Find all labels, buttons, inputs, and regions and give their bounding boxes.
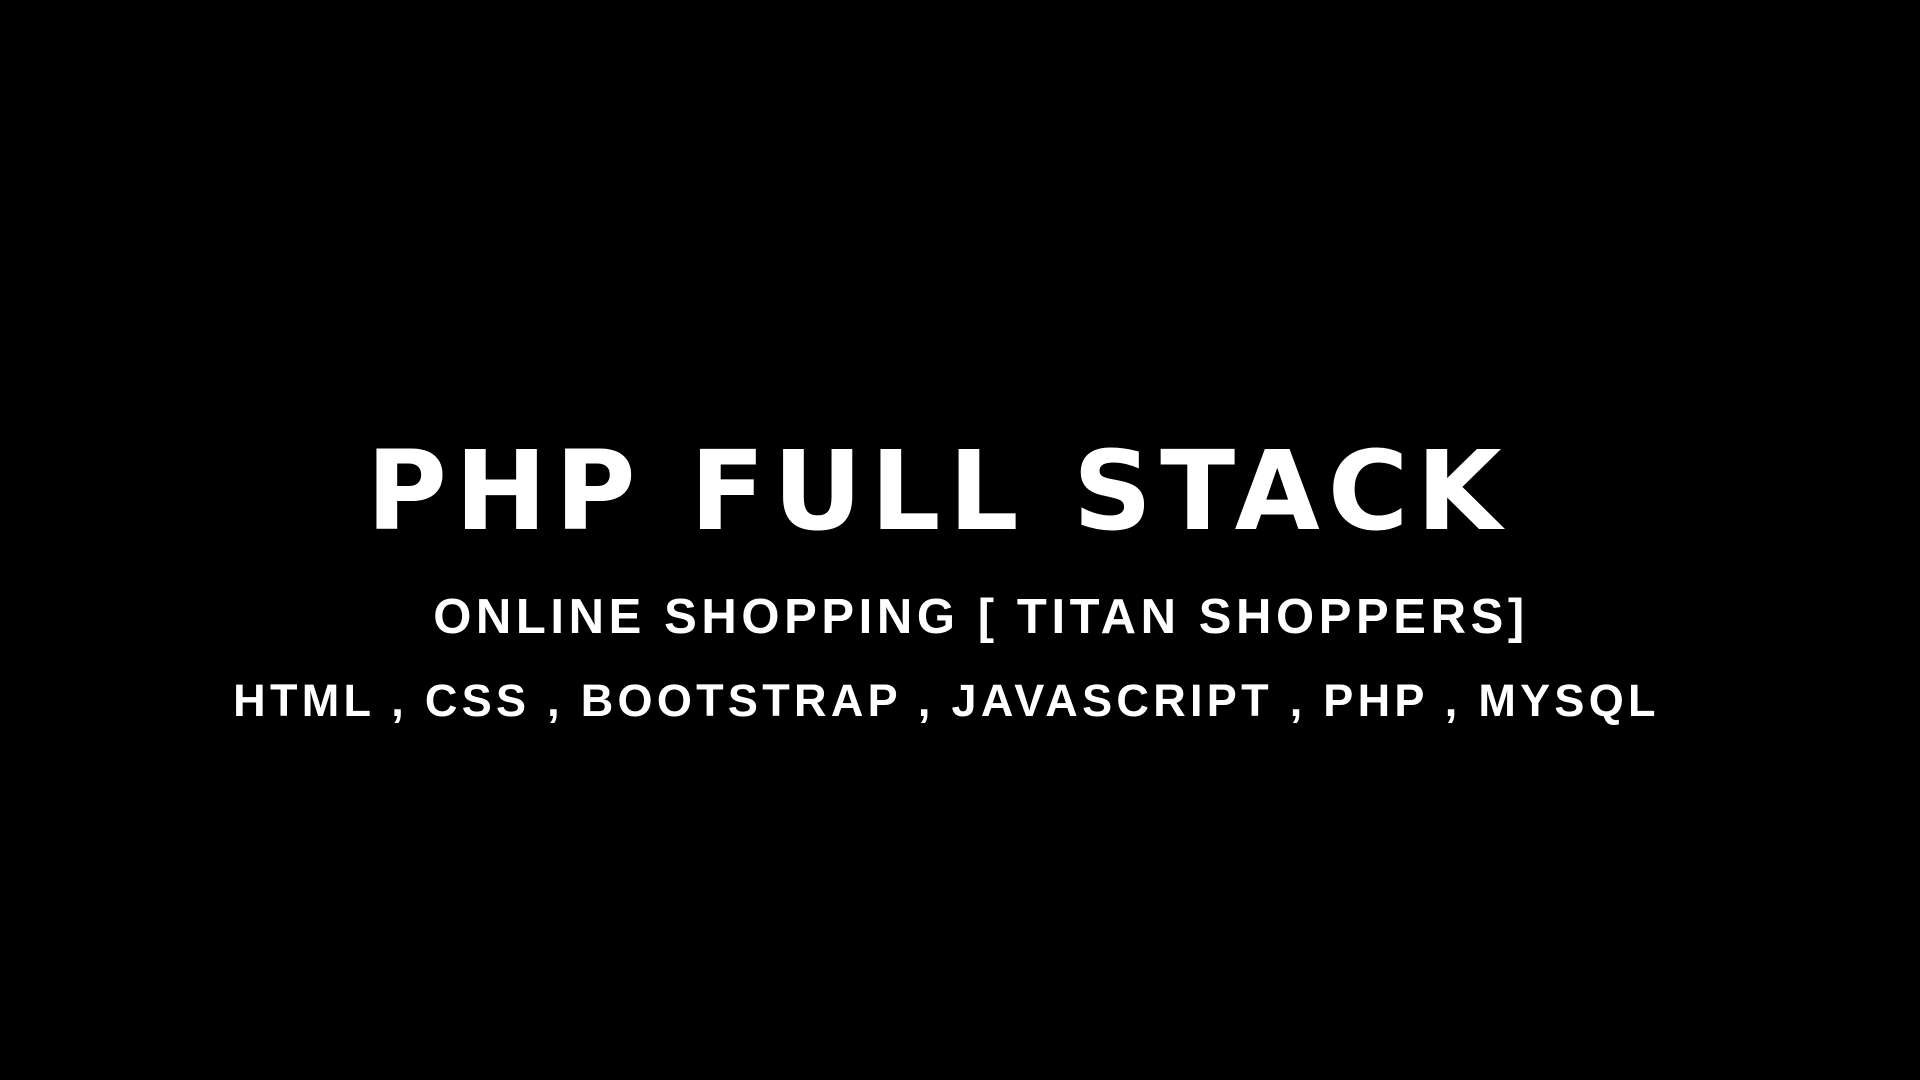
slide-subtitle: ONLINE SHOPPING [ TITAN SHOPPERS] bbox=[433, 590, 1529, 644]
title-slide: PHP FULL STACK ONLINE SHOPPING [ TITAN S… bbox=[0, 0, 1920, 1080]
slide-title: PHP FULL STACK bbox=[366, 427, 1510, 555]
technology-list: HTML , CSS , BOOTSTRAP , JAVASCRIPT , PH… bbox=[233, 675, 1660, 726]
